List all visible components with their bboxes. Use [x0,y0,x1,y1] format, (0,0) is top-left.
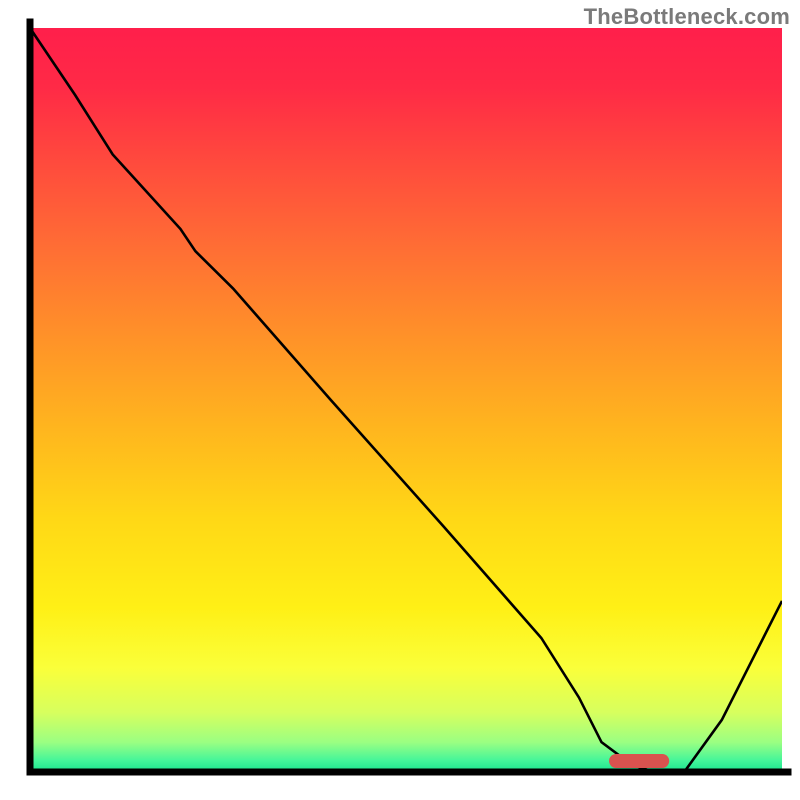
plot-background [30,28,782,772]
optimal-zone-marker [609,754,669,768]
chart-container: TheBottleneck.com [0,0,800,800]
bottleneck-chart [0,0,800,800]
